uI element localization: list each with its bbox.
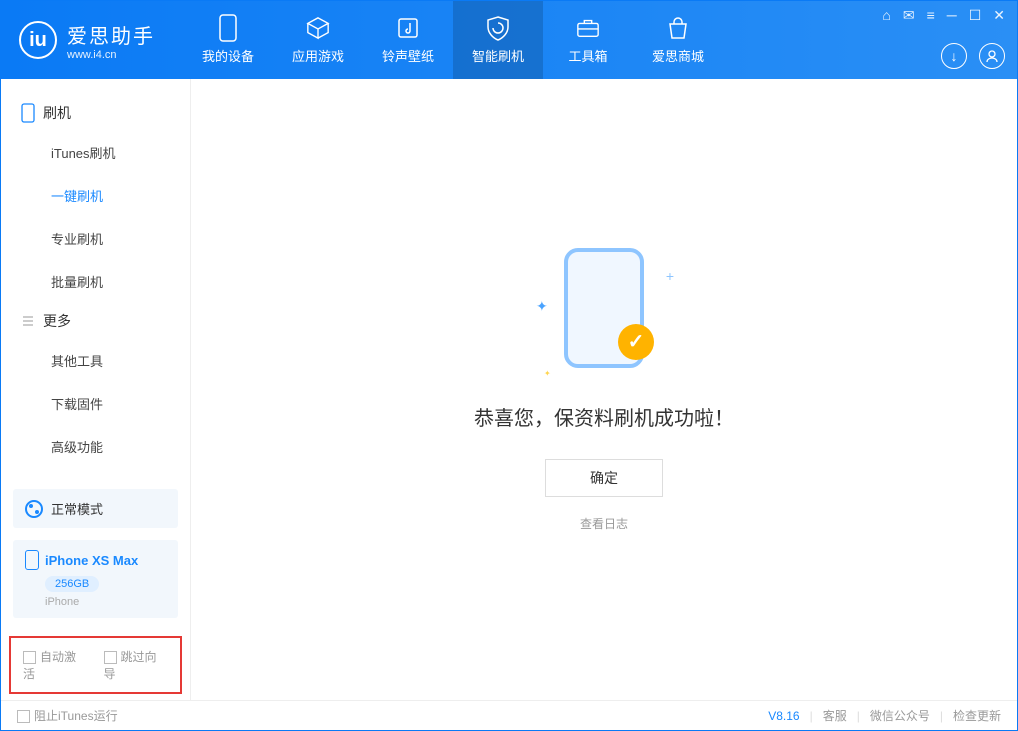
group-label: 刷机 bbox=[43, 103, 71, 123]
toolbox-icon bbox=[576, 16, 600, 40]
minimize-button[interactable]: ─ bbox=[947, 7, 957, 24]
spark-icon: ✦ bbox=[544, 369, 551, 378]
tab-label: 应用游戏 bbox=[292, 46, 344, 65]
list-icon bbox=[21, 314, 35, 328]
tab-ringtones[interactable]: 铃声壁纸 bbox=[363, 1, 453, 79]
footer-right: V8.16 | 客服 | 微信公众号 | 检查更新 bbox=[768, 707, 1001, 724]
sidebar-item-onekey-flash[interactable]: 一键刷机 bbox=[1, 174, 190, 217]
shield-icon bbox=[486, 16, 510, 40]
download-icon[interactable]: ↓ bbox=[941, 43, 967, 69]
user-icon[interactable] bbox=[979, 43, 1005, 69]
status-bar: 阻止iTunes运行 V8.16 | 客服 | 微信公众号 | 检查更新 bbox=[1, 700, 1017, 730]
sidebar-item-advanced[interactable]: 高级功能 bbox=[1, 425, 190, 468]
success-illustration: ✓ ✦ + ✦ bbox=[544, 248, 664, 378]
cube-icon bbox=[306, 16, 330, 40]
sidebar-item-other-tools[interactable]: 其他工具 bbox=[1, 339, 190, 382]
group-label: 更多 bbox=[43, 311, 71, 331]
check-badge-icon: ✓ bbox=[618, 324, 654, 360]
view-log-link[interactable]: 查看日志 bbox=[580, 515, 628, 532]
main-tabs: 我的设备 应用游戏 铃声壁纸 智能刷机 工具箱 爱思商城 bbox=[183, 1, 723, 79]
mode-icon bbox=[25, 500, 43, 518]
feedback-icon[interactable]: ✉ bbox=[903, 7, 915, 24]
maximize-button[interactable]: ☐ bbox=[969, 7, 982, 24]
version-label: V8.16 bbox=[768, 709, 799, 723]
spark-icon: ✦ bbox=[536, 298, 548, 315]
tab-label: 我的设备 bbox=[202, 46, 254, 65]
app-name: 爱思助手 bbox=[67, 20, 155, 49]
window-controls: ⌂ ✉ ≡ ─ ☐ ✕ bbox=[882, 7, 1005, 24]
device-mode-box[interactable]: 正常模式 bbox=[13, 489, 178, 528]
checkbox-skip-guide[interactable]: 跳过向导 bbox=[104, 648, 169, 682]
header-right: ⌂ ✉ ≡ ─ ☐ ✕ ↓ bbox=[882, 1, 1005, 79]
device-type: iPhone bbox=[45, 596, 166, 608]
device-small-icon bbox=[25, 550, 39, 570]
sidebar-item-itunes-flash[interactable]: iTunes刷机 bbox=[1, 131, 190, 174]
tab-label: 铃声壁纸 bbox=[382, 46, 434, 65]
tab-label: 智能刷机 bbox=[472, 46, 524, 65]
ok-button[interactable]: 确定 bbox=[545, 459, 663, 497]
main-content: ✓ ✦ + ✦ 恭喜您，保资料刷机成功啦！ 确定 查看日志 bbox=[191, 79, 1017, 700]
sidebar-group-more: 更多 bbox=[1, 303, 190, 339]
tab-apps-games[interactable]: 应用游戏 bbox=[273, 1, 363, 79]
tab-label: 爱思商城 bbox=[652, 46, 704, 65]
device-name-row: iPhone XS Max bbox=[25, 550, 166, 570]
mode-label: 正常模式 bbox=[51, 499, 103, 518]
logo-icon: iu bbox=[19, 21, 57, 59]
checkbox-block-itunes[interactable]: 阻止iTunes运行 bbox=[17, 707, 118, 724]
logo-text: 爱思助手 www.i4.cn bbox=[67, 20, 155, 61]
options-highlight-box: 自动激活 跳过向导 bbox=[9, 636, 182, 694]
tab-label: 工具箱 bbox=[568, 46, 607, 65]
app-url: www.i4.cn bbox=[67, 49, 155, 61]
success-title: 恭喜您，保资料刷机成功啦！ bbox=[474, 402, 734, 431]
phone-small-icon bbox=[21, 103, 35, 123]
sidebar-item-batch-flash[interactable]: 批量刷机 bbox=[1, 260, 190, 303]
menu-icon[interactable]: ≡ bbox=[927, 7, 935, 24]
tab-my-device[interactable]: 我的设备 bbox=[183, 1, 273, 79]
sidebar: 刷机 iTunes刷机 一键刷机 专业刷机 批量刷机 更多 其他工具 下载固件 … bbox=[1, 79, 191, 700]
tshirt-icon[interactable]: ⌂ bbox=[882, 7, 890, 24]
footer-left: 阻止iTunes运行 bbox=[17, 707, 118, 724]
checkbox-auto-activate[interactable]: 自动激活 bbox=[23, 648, 88, 682]
tab-store[interactable]: 爱思商城 bbox=[633, 1, 723, 79]
sidebar-item-download-firmware[interactable]: 下载固件 bbox=[1, 382, 190, 425]
support-link[interactable]: 客服 bbox=[823, 707, 847, 724]
sidebar-group-flash: 刷机 bbox=[1, 95, 190, 131]
app-header: iu 爱思助手 www.i4.cn 我的设备 应用游戏 铃声壁纸 智能刷机 工具… bbox=[1, 1, 1017, 79]
device-name: iPhone XS Max bbox=[45, 553, 138, 568]
account-icons: ↓ bbox=[941, 43, 1005, 69]
spark-icon: + bbox=[666, 268, 674, 284]
device-icon bbox=[216, 16, 240, 40]
tab-flash[interactable]: 智能刷机 bbox=[453, 1, 543, 79]
bag-icon bbox=[666, 16, 690, 40]
app-body: 刷机 iTunes刷机 一键刷机 专业刷机 批量刷机 更多 其他工具 下载固件 … bbox=[1, 79, 1017, 700]
device-storage: 256GB bbox=[45, 576, 99, 592]
app-logo: iu 爱思助手 www.i4.cn bbox=[1, 1, 173, 79]
sidebar-item-pro-flash[interactable]: 专业刷机 bbox=[1, 217, 190, 260]
device-info-box[interactable]: iPhone XS Max 256GB iPhone bbox=[13, 540, 178, 618]
close-button[interactable]: ✕ bbox=[993, 7, 1005, 24]
tab-toolbox[interactable]: 工具箱 bbox=[543, 1, 633, 79]
check-update-link[interactable]: 检查更新 bbox=[953, 707, 1001, 724]
wechat-link[interactable]: 微信公众号 bbox=[870, 707, 930, 724]
music-icon bbox=[396, 16, 420, 40]
